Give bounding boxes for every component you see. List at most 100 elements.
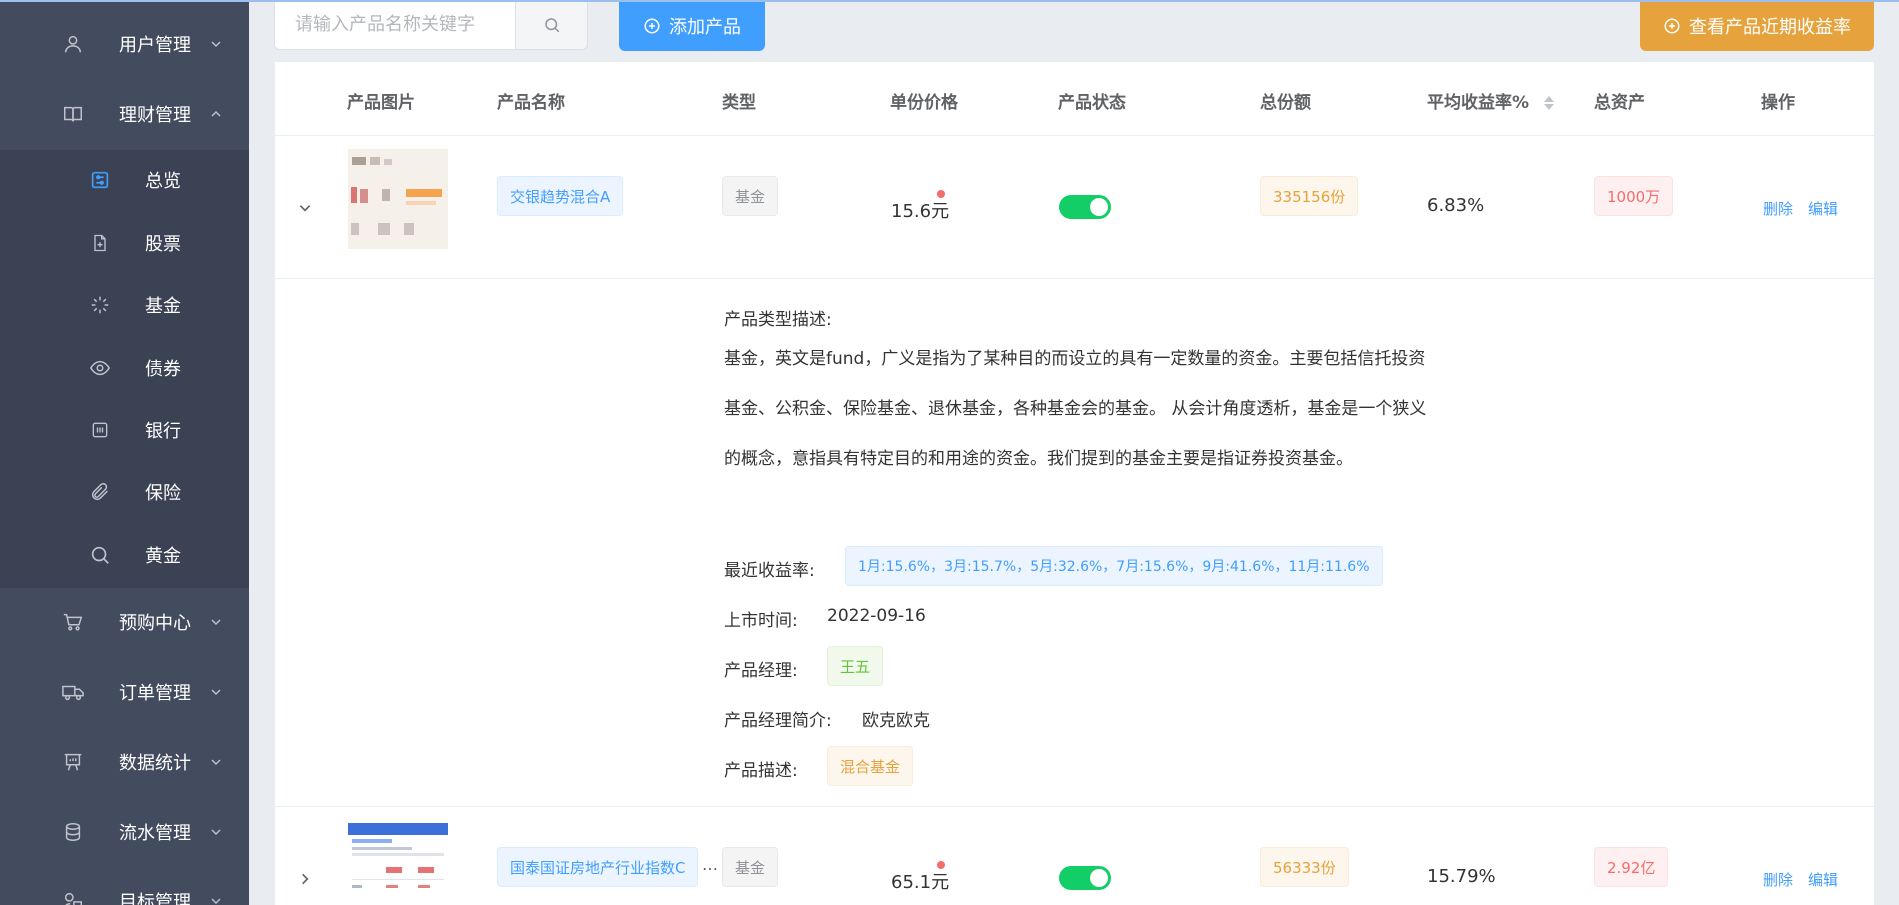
header-actions: 操作 [1761, 93, 1795, 113]
expand-row-chevron-icon[interactable] [295, 869, 315, 889]
sidebar-subitem-banks[interactable]: 银行 [0, 404, 249, 456]
search-icon [543, 16, 561, 34]
search-input[interactable] [275, 0, 515, 49]
manager-tag: 王五 [827, 646, 884, 686]
listing-date-label: 上市时间: [724, 611, 798, 631]
header-name: 产品名称 [497, 93, 565, 113]
loading-icon [87, 292, 113, 318]
sidebar-subitem-overview[interactable]: 总览 [0, 154, 249, 206]
sidebar-item-target-management[interactable]: 目标管理 [0, 871, 249, 905]
target-icon [60, 888, 86, 905]
user-icon [60, 31, 86, 57]
table-row: 交银趋势混合A 基金 15.6元 335156份 6.83% 1000万 删除 … [275, 137, 1874, 279]
product-type-tag: 基金 [722, 847, 779, 887]
header-shares: 总份额 [1260, 93, 1311, 113]
product-name-tag: 交银趋势混合A [497, 176, 624, 216]
sidebar-item-presale-center[interactable]: 预购中心 [0, 592, 249, 652]
sidebar-subitem-label: 债券 [145, 359, 181, 380]
sidebar-subitem-funds[interactable]: 基金 [0, 279, 249, 331]
sidebar-item-label: 数据统计 [119, 753, 191, 774]
plus-circle-icon [643, 17, 661, 35]
add-product-label: 添加产品 [669, 16, 741, 37]
avg-rate-value: 15.79% [1427, 866, 1496, 887]
sidebar-subitem-label: 总览 [145, 171, 181, 192]
plus-circle-icon [1663, 17, 1681, 35]
type-desc-label: 产品类型描述: [724, 310, 832, 330]
sidebar-item-label: 预购中心 [119, 613, 191, 634]
product-type-tag: 基金 [722, 176, 779, 216]
edit-link[interactable]: 编辑 [1808, 869, 1838, 890]
type-desc-text: 基金，英文是fund，广义是指为了某种目的而设立的具有一定数量的资金。主要包括信… [724, 349, 1427, 469]
delete-link[interactable]: 删除 [1763, 869, 1793, 890]
table-header: 产品图片 产品名称 类型 单份价格 产品状态 总份额 平均收益率% 总资产 操作 [275, 62, 1874, 136]
chevron-up-icon [209, 107, 223, 121]
cart-icon [60, 609, 86, 635]
sidebar-item-label: 目标管理 [119, 892, 191, 905]
product-desc-label: 产品描述: [724, 761, 798, 781]
sort-caret-icon[interactable] [1543, 95, 1555, 111]
product-desc-tag: 混合基金 [827, 746, 914, 786]
sidebar-subitem-label: 黄金 [145, 546, 181, 567]
sidebar-subitem-gold[interactable]: 黄金 [0, 529, 249, 581]
shares-tag: 56333份 [1260, 847, 1349, 887]
sidebar-item-finance-management[interactable]: 理财管理 [0, 84, 249, 144]
sidebar-item-label: 订单管理 [119, 683, 191, 704]
shares-tag: 335156份 [1260, 176, 1359, 216]
view-recent-rate-label: 查看产品近期收益率 [1689, 16, 1851, 37]
sidebar-item-user-management[interactable]: 用户管理 [0, 14, 249, 74]
search-button[interactable] [515, 0, 588, 50]
header-avg-rate[interactable]: 平均收益率% [1427, 88, 1555, 113]
paperclip-icon [87, 479, 113, 505]
view-recent-rate-button[interactable]: 查看产品近期收益率 [1640, 0, 1874, 51]
sidebar-item-data-statistics[interactable]: 数据统计 [0, 732, 249, 792]
chevron-down-icon [209, 755, 223, 769]
recent-rate-label: 最近收益率: [724, 561, 815, 581]
overview-icon [87, 167, 113, 193]
sidebar-item-label: 流水管理 [119, 823, 191, 844]
collapse-row-chevron-icon[interactable] [295, 198, 315, 218]
app-frame: 用户管理 理财管理 总览 股票 基金 债券 银行 保险 黄金 预购中心 订单管理… [0, 0, 1899, 905]
sidebar-item-flow-management[interactable]: 流水管理 [0, 802, 249, 862]
status-toggle[interactable] [1059, 195, 1111, 219]
header-assets: 总资产 [1594, 93, 1645, 113]
sidebar-subitem-stocks[interactable]: 股票 [0, 217, 249, 269]
sidebar-item-order-management[interactable]: 订单管理 [0, 662, 249, 722]
recent-rate-tag: 1月:15.6%，3月:15.7%，5月:32.6%，7月:15.6%，9月:4… [845, 546, 1383, 586]
product-thumbnail [348, 149, 448, 249]
coins-icon [60, 819, 86, 845]
manager-intro-value: 欧克欧克 [862, 711, 930, 731]
delete-link[interactable]: 删除 [1763, 198, 1793, 219]
product-name-tag: 国泰国证房地产行业指数C [497, 847, 699, 887]
sidebar-subitem-label: 基金 [145, 296, 181, 317]
header-price: 单份价格 [890, 93, 958, 113]
product-thumbnail [348, 823, 448, 905]
header-status: 产品状态 [1058, 93, 1126, 113]
sidebar-subitem-label: 股票 [145, 234, 181, 255]
price-value: 15.6元 [891, 201, 950, 222]
add-product-button[interactable]: 添加产品 [619, 0, 765, 51]
eye-icon [87, 355, 113, 381]
search-icon [87, 542, 113, 568]
price-badge-dot [937, 861, 945, 869]
table-row: 国泰国证房地产行业指数C … 基金 65.1元 56333份 15.79% 2.… [275, 807, 1874, 905]
sidebar-item-label: 理财管理 [119, 105, 191, 126]
search-box [274, 0, 516, 50]
chevron-down-icon [209, 894, 223, 905]
price-value: 65.1元 [891, 872, 950, 893]
listing-date-value: 2022-09-16 [827, 606, 926, 626]
manager-intro-label: 产品经理简介: [724, 711, 832, 731]
truck-icon [60, 679, 86, 705]
document-add-icon [87, 230, 113, 256]
sidebar: 用户管理 理财管理 总览 股票 基金 债券 银行 保险 黄金 预购中心 订单管理… [0, 0, 249, 905]
status-toggle[interactable] [1059, 866, 1111, 890]
avg-rate-value: 6.83% [1427, 195, 1485, 216]
name-overflow-ellipsis: … [702, 855, 718, 874]
sidebar-subitem-insurance[interactable]: 保险 [0, 466, 249, 518]
assets-tag: 1000万 [1594, 176, 1674, 216]
chevron-down-icon [209, 37, 223, 51]
chevron-down-icon [209, 825, 223, 839]
top-accent-line [0, 0, 1899, 2]
edit-link[interactable]: 编辑 [1808, 198, 1838, 219]
sidebar-subitem-bonds[interactable]: 债券 [0, 342, 249, 394]
row-expanded-detail: 产品类型描述: 基金，英文是fund，广义是指为了某种目的而设立的具有一定数量的… [275, 279, 1874, 807]
